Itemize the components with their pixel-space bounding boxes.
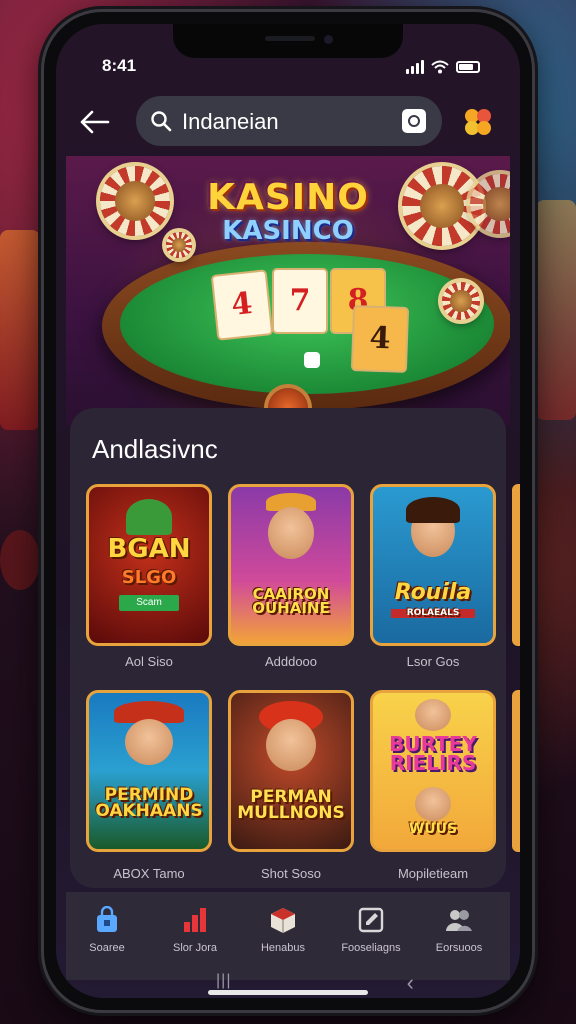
dice-icon	[304, 352, 320, 368]
game-tile-overflow-1	[512, 484, 520, 646]
search-icon	[151, 111, 172, 132]
game-6-subtitle: WUUS	[408, 821, 458, 837]
users-icon	[446, 910, 472, 931]
game-4-character	[125, 719, 173, 765]
phone-screen: 8:41 Indaneian 4 7 8 4 KASINO KASINCO An…	[56, 24, 520, 998]
nav-item-fooseliagns[interactable]: Fooseliagns	[326, 906, 416, 954]
game-tile-6[interactable]: BURTEY RIELIRS WUUS	[370, 690, 496, 852]
hero-banner[interactable]: 4 7 8 4 KASINO KASINCO	[66, 156, 510, 426]
bg-stool	[0, 530, 40, 590]
game-3-title: Rouila	[394, 580, 472, 605]
brand-logo-icon[interactable]	[462, 106, 494, 138]
playing-card-4: 4	[350, 305, 410, 373]
game-3-hair	[406, 497, 460, 523]
game-tile-5[interactable]: PERMAN MULLNONS	[228, 690, 354, 852]
status-icons	[406, 60, 480, 74]
battery-icon	[456, 61, 480, 73]
roulette-wheel-left	[100, 166, 170, 236]
game-2-title: CAAIRON OUHAINE	[252, 585, 330, 618]
game-1-title: BGAN	[107, 534, 191, 564]
top-bar	[56, 94, 520, 150]
game-6-title: BURTEY RIELIRS	[389, 732, 477, 775]
game-2-character	[268, 507, 314, 559]
game-tile-1[interactable]: BGAN SLGO Scam	[86, 484, 212, 646]
nav-label-fooseliagns: Fooseliagns	[341, 942, 401, 954]
status-time: 8:41	[102, 56, 137, 75]
game-1-tag: Scam	[119, 595, 179, 611]
speaker	[265, 36, 315, 41]
poker-chip-left	[166, 232, 192, 258]
nav-label-soaree: Soaree	[89, 942, 125, 954]
nav-label-eorsuoos: Eorsuoos	[435, 942, 483, 954]
game-6-character-2	[415, 787, 451, 821]
game-5-title: PERMAN MULLNONS	[237, 787, 345, 824]
poker-chip-right	[442, 282, 480, 320]
system-back-button[interactable]: ‹	[407, 970, 414, 996]
notch	[173, 24, 403, 58]
nav-item-henabus[interactable]: Henabus	[238, 906, 328, 954]
playing-card-2: 7	[272, 268, 328, 334]
recent-apps-button[interactable]: |||	[216, 972, 231, 990]
game-tile-4[interactable]: PERMIND OAKHAANS	[86, 690, 212, 852]
hero-title: KASINO KASINCO	[207, 177, 369, 246]
nav-item-eorsuoos[interactable]: Eorsuoos	[414, 906, 504, 954]
nav-label-slor-jora: Slor Jora	[172, 942, 218, 954]
game-tile-2[interactable]: CAAIRON OUHAINE	[228, 484, 354, 646]
game-4-title: PERMIND OAKHAANS	[95, 785, 203, 822]
game-6-character	[415, 699, 451, 731]
camera-search-icon[interactable]	[402, 109, 426, 133]
search-input[interactable]	[180, 96, 384, 148]
game-1-label[interactable]: Aol Siso	[86, 654, 212, 669]
game-3-subtitle: ROLAEALS	[391, 609, 475, 618]
nav-item-soaree[interactable]: Soaree	[62, 906, 152, 954]
playing-card-1: 4	[210, 269, 274, 341]
bg-slot-machine-left	[0, 230, 40, 430]
game-4-label[interactable]: ABOX Tamo	[86, 866, 212, 881]
system-nav-bar: ||| ‹	[66, 964, 510, 998]
game-5-label[interactable]: Shot Soso	[228, 866, 354, 881]
game-5-character	[266, 719, 316, 771]
front-camera	[324, 35, 333, 44]
bars-icon	[184, 908, 206, 932]
bag-icon	[97, 906, 117, 932]
game-1-mascot	[126, 499, 172, 535]
game-6-label[interactable]: Mopiletieam	[370, 866, 496, 881]
section-title: Andlasivnc	[92, 434, 218, 464]
edit-icon	[358, 907, 384, 933]
back-arrow-icon[interactable]	[76, 106, 112, 138]
box-icon	[271, 908, 295, 933]
game-1-subtitle: SLGO	[121, 567, 177, 588]
game-tile-3[interactable]: Rouila ROLAEALS	[370, 484, 496, 646]
home-indicator[interactable]	[208, 990, 368, 995]
hero-title-line1: KASINO	[207, 177, 369, 218]
status-bar: 8:41	[56, 56, 520, 80]
nav-item-slor-jora[interactable]: Slor Jora	[150, 906, 240, 954]
wifi-icon	[431, 60, 449, 74]
search-bar[interactable]	[136, 96, 442, 148]
bg-slot-machine-right	[536, 200, 576, 420]
games-panel: Andlasivnc BGAN SLGO Scam Aol Siso CAAIR…	[70, 408, 520, 888]
nav-label-henabus: Henabus	[260, 942, 306, 954]
phone-frame: 8:41 Indaneian 4 7 8 4 KASINO KASINCO An…	[44, 12, 532, 1010]
game-2-label[interactable]: Adddooo	[228, 654, 354, 669]
hero-title-line2: KASINCO	[222, 216, 354, 246]
game-3-label[interactable]: Lsor Gos	[370, 654, 496, 669]
game-tile-overflow-2	[512, 690, 520, 852]
signal-icon	[406, 60, 424, 74]
